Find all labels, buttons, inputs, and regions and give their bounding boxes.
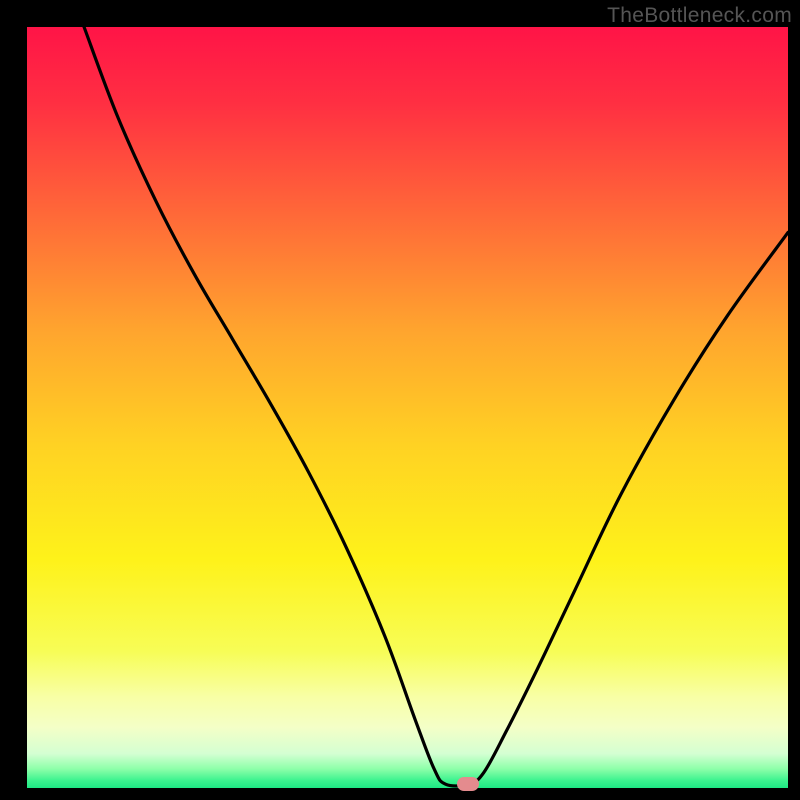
plot-background — [27, 27, 788, 788]
watermark-text: TheBottleneck.com — [607, 4, 792, 28]
chart-container: TheBottleneck.com — [0, 0, 800, 800]
valley-marker — [457, 777, 479, 791]
bottleneck-chart — [0, 0, 800, 800]
